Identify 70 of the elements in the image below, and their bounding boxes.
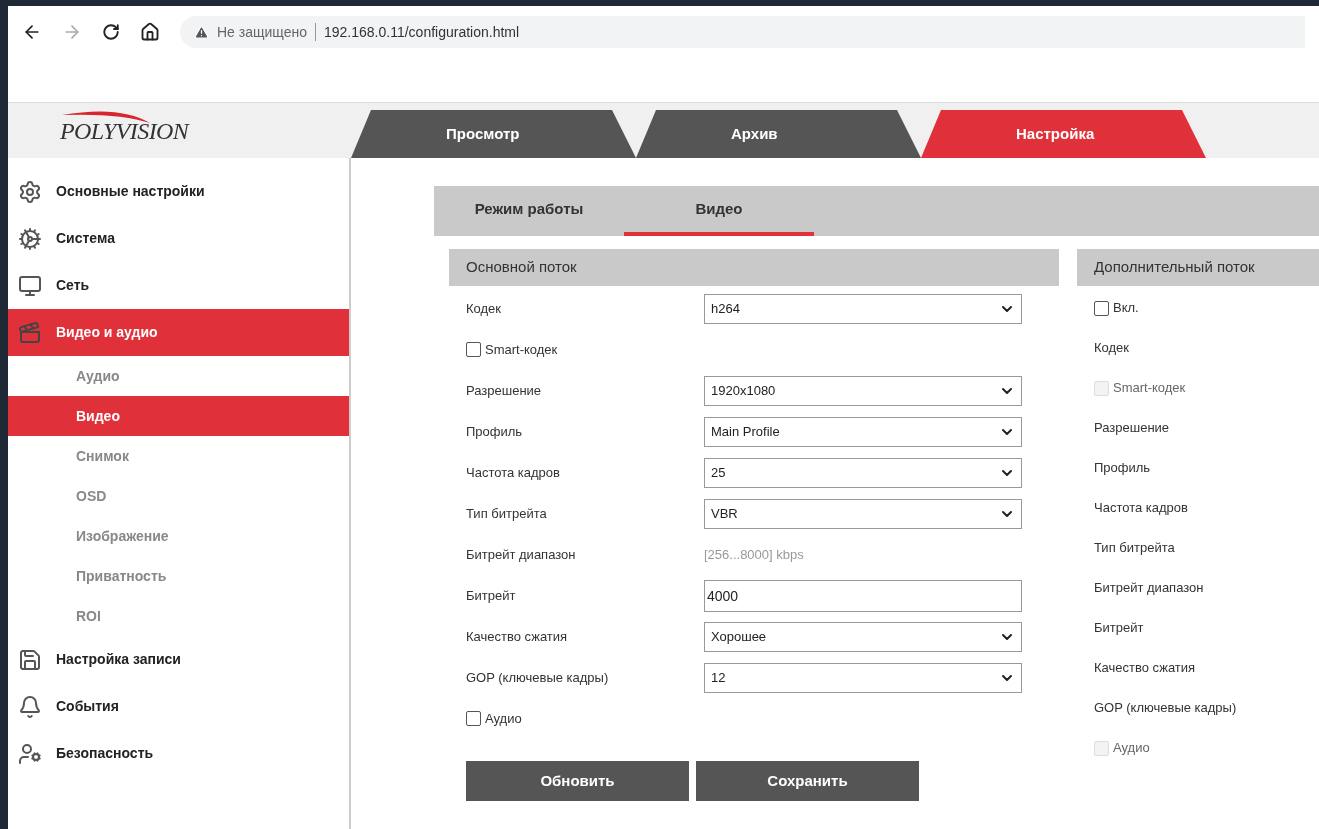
sidebar-subitem[interactable]: Приватность bbox=[8, 556, 349, 596]
sidebar-item[interactable]: Настройка записи bbox=[8, 636, 349, 683]
sidebar-subitem[interactable]: Видео bbox=[8, 396, 349, 436]
field-label: Качество сжатия bbox=[1094, 659, 1196, 678]
checkbox-label: Аудио bbox=[1113, 739, 1150, 758]
gear-icon bbox=[18, 179, 42, 204]
sidebar-subitem[interactable]: Изображение bbox=[8, 516, 349, 556]
nav-tab[interactable]: Архив bbox=[636, 110, 921, 158]
clapperboard-icon bbox=[18, 320, 42, 345]
field-label: Кодек bbox=[466, 299, 503, 318]
logo: POLYVISION bbox=[60, 112, 189, 149]
field-label: Битрейт bbox=[1094, 619, 1144, 638]
action-button[interactable]: Обновить bbox=[466, 761, 689, 801]
bell-icon bbox=[18, 694, 42, 719]
sidebar-subitem[interactable]: Аудио bbox=[8, 356, 349, 396]
field-label: Частота кадров bbox=[1094, 499, 1188, 518]
dropdown[interactable]: Main Profile bbox=[704, 416, 1022, 447]
security-label: Не защищено bbox=[217, 22, 307, 42]
section-header: Дополнительный поток bbox=[1077, 249, 1319, 286]
url-text: 192.168.0.11/configuration.html bbox=[324, 22, 520, 42]
sidebar-item[interactable]: Видео и аудио bbox=[8, 309, 349, 356]
input-field[interactable]: 4000 bbox=[704, 579, 1022, 612]
sidebar-item[interactable]: Сеть bbox=[8, 262, 349, 309]
range-hint: [256...8000] kbps bbox=[704, 545, 804, 564]
field-label: GOP (ключевые кадры) bbox=[466, 668, 610, 687]
sidebar-subitem[interactable]: ROI bbox=[8, 596, 349, 636]
sidebar-item[interactable]: Основные настройки bbox=[8, 168, 349, 215]
field-label: Качество сжатия bbox=[466, 627, 569, 646]
sidebar-item[interactable]: События bbox=[8, 683, 349, 730]
field-label: Тип битрейта bbox=[466, 504, 548, 523]
field-label: Битрейт диапазон bbox=[1094, 579, 1204, 598]
dropdown[interactable]: VBR bbox=[704, 498, 1022, 529]
field-label: Профиль bbox=[466, 422, 524, 441]
warning-icon bbox=[194, 24, 209, 40]
sidebar-item[interactable]: Безопасность bbox=[8, 730, 349, 777]
dropdown[interactable]: 25 bbox=[704, 457, 1022, 488]
sidebar-item[interactable]: Система bbox=[8, 215, 349, 262]
checkbox-label: Smart-кодек bbox=[485, 340, 558, 359]
user-gear-icon bbox=[18, 741, 42, 766]
checkbox-label: Аудио bbox=[485, 709, 522, 728]
dropdown[interactable]: Хорошее bbox=[704, 621, 1022, 652]
action-button[interactable]: Сохранить bbox=[696, 761, 919, 801]
checkbox[interactable] bbox=[466, 342, 481, 357]
home-button[interactable] bbox=[140, 22, 160, 42]
address-bar[interactable]: Не защищено 192.168.0.11/configuration.html bbox=[180, 16, 1305, 48]
field-label: Частота кадров bbox=[466, 463, 561, 482]
field-label: Тип битрейта bbox=[1094, 539, 1175, 558]
checkbox[interactable] bbox=[1094, 300, 1109, 316]
field-label: GOP (ключевые кадры) bbox=[1094, 699, 1237, 718]
reload-button[interactable] bbox=[102, 23, 120, 41]
sidebar-subitem[interactable]: Снимок bbox=[8, 436, 349, 476]
monitor-icon bbox=[18, 273, 42, 298]
dropdown[interactable]: 12 bbox=[704, 662, 1022, 693]
nav-tab[interactable]: Настройка bbox=[921, 110, 1206, 158]
sub-tab[interactable]: Режим работы bbox=[434, 186, 624, 236]
dropdown[interactable]: 1920x1080 bbox=[704, 375, 1022, 406]
nav-tab[interactable]: Просмотр bbox=[351, 110, 636, 158]
section-header: Основной поток bbox=[449, 249, 1059, 286]
field-label: Битрейт диапазон bbox=[466, 545, 577, 564]
checkbox-label: Вкл. bbox=[1113, 299, 1139, 318]
field-label: Разрешение bbox=[1094, 419, 1170, 438]
sidebar-subitem[interactable]: OSD bbox=[8, 476, 349, 516]
checkbox-label: Smart-кодек bbox=[1113, 379, 1186, 398]
field-label: Разрешение bbox=[466, 381, 543, 400]
sub-tab[interactable]: Видео bbox=[624, 186, 814, 236]
field-label: Профиль bbox=[1094, 459, 1151, 478]
dropdown[interactable]: h264 bbox=[704, 293, 1022, 324]
field-label: Битрейт bbox=[466, 586, 517, 605]
checkbox[interactable] bbox=[466, 711, 481, 726]
field-label: Кодек bbox=[1094, 339, 1130, 358]
